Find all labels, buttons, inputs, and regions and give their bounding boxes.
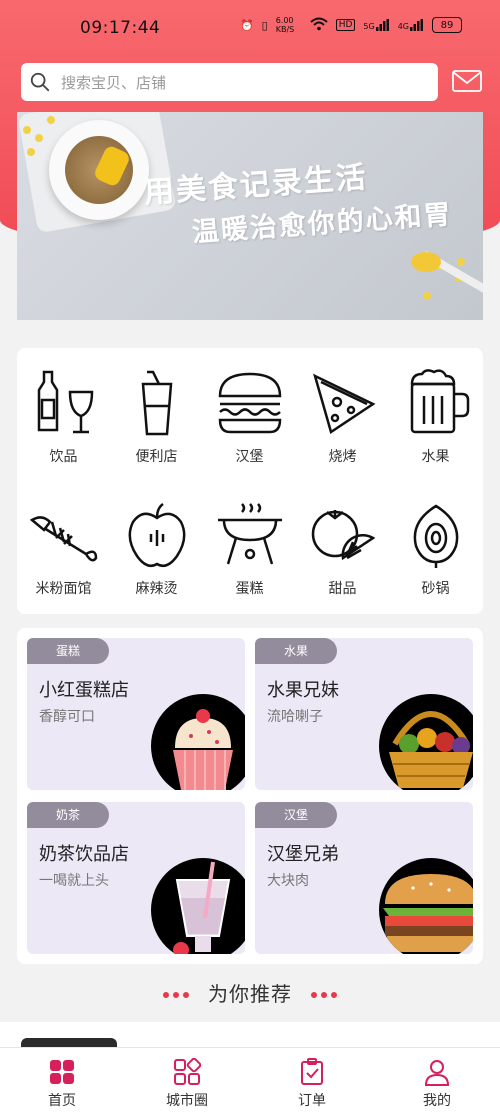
banner-slogan: 用美食记录生活 温暖治愈你的心和胃 — [142, 146, 454, 252]
fruit-basket-image — [379, 694, 473, 790]
search-placeholder: 搜索宝贝、店铺 — [61, 73, 167, 92]
shop-desc: 流哈喇子 — [267, 709, 323, 725]
convenience-store-icon — [141, 370, 172, 436]
shop-name: 水果兄妹 — [267, 680, 339, 701]
category-item[interactable]: 砂锅 — [389, 480, 482, 600]
status-icons: ⏰ ▯ 6.00 KB/S HD 5G 4G 89 — [240, 16, 462, 34]
category-item[interactable]: 饮品 — [17, 348, 110, 468]
vibrate-icon: ▯ — [261, 18, 268, 32]
tab-profile[interactable]: 我的 — [397, 1058, 477, 1110]
decor-dots-left — [161, 983, 191, 1002]
home-icon — [50, 1060, 74, 1084]
category-item[interactable]: 甜品 — [296, 480, 389, 600]
tab-city-circle[interactable]: 城市圈 — [147, 1057, 227, 1110]
recommend-header: 为你推荐 — [0, 978, 500, 1014]
profile-icon — [424, 1060, 450, 1086]
burger-icon — [218, 372, 281, 434]
fishbone-icon — [29, 516, 97, 562]
shop-card[interactable]: 蛋糕 小红蛋糕店 香醇可口 — [27, 638, 245, 790]
promo-banner[interactable]: 用美食记录生活 温暖治愈你的心和胃 — [17, 112, 483, 320]
pizza-icon — [312, 373, 376, 434]
shop-name: 汉堡兄弟 — [267, 844, 339, 865]
shop-tag: 水果 — [255, 638, 337, 664]
featured-shops: 蛋糕 小红蛋糕店 香醇可口 水果 水果兄妹 流哈喇子 奶茶 奶茶饮品店 一喝就上… — [17, 628, 483, 964]
search-icon — [30, 72, 50, 92]
apple-icon — [128, 502, 185, 567]
shop-name: 小红蛋糕店 — [39, 680, 129, 701]
tab-orders[interactable]: 订单 — [272, 1058, 352, 1110]
battery-icon: 89 — [432, 17, 462, 33]
tab-label: 首页 — [48, 1093, 76, 1109]
category-item[interactable]: 蛋糕 — [203, 480, 296, 600]
beer-mug-icon — [410, 369, 469, 434]
tomato-lemon-icon — [311, 510, 375, 561]
status-time: 09:17:44 — [80, 18, 161, 38]
category-item[interactable]: 便利店 — [110, 348, 203, 468]
drinks-icon — [37, 370, 93, 434]
category-item[interactable]: 米粉面馆 — [17, 480, 110, 600]
hd-badge: HD — [335, 19, 356, 31]
hamburger-image — [379, 858, 473, 954]
shop-card[interactable]: 水果 水果兄妹 流哈喇子 — [255, 638, 473, 790]
mail-icon[interactable] — [452, 70, 482, 92]
recommend-title: 为你推荐 — [208, 982, 292, 1006]
status-bar: 09:17:44 ⏰ ▯ 6.00 KB/S HD 5G 4G 89 — [0, 0, 500, 58]
shop-desc: 大块肉 — [267, 873, 309, 889]
spoon-head-image — [411, 252, 441, 272]
city-circle-icon — [174, 1057, 202, 1085]
net-speed: 6.00 KB/S — [275, 16, 295, 34]
category-item[interactable]: 烧烤 — [296, 348, 389, 468]
category-grid: 饮品 便利店 汉堡 烧烤 水果 米粉面馆 麻辣烫 蛋糕 甜品 砂锅 — [17, 348, 483, 614]
category-item[interactable]: 汉堡 — [203, 348, 296, 468]
wifi-icon — [310, 17, 328, 34]
alarm-icon: ⏰ — [239, 18, 254, 32]
signal-4g-icon: 4G — [398, 19, 424, 31]
bottom-tab-bar: 首页 城市圈 订单 我的 — [0, 1047, 500, 1117]
shop-tag: 汉堡 — [255, 802, 337, 828]
signal-5g-icon: 5G — [363, 19, 389, 31]
shop-card[interactable]: 奶茶 奶茶饮品店 一喝就上头 — [27, 802, 245, 954]
category-item[interactable]: 麻辣烫 — [110, 480, 203, 600]
tab-label: 我的 — [423, 1093, 451, 1109]
shop-tag: 奶茶 — [27, 802, 109, 828]
milk-tea-image — [151, 858, 245, 954]
onion-icon — [413, 504, 458, 568]
shop-desc: 香醇可口 — [39, 709, 95, 725]
shop-tag: 蛋糕 — [27, 638, 109, 664]
decor-dots-right — [309, 983, 339, 1002]
order-icon — [301, 1058, 323, 1085]
category-item[interactable]: 水果 — [389, 348, 482, 468]
grill-icon — [217, 503, 282, 565]
tab-label: 城市圈 — [166, 1093, 208, 1109]
tab-home[interactable]: 首页 — [22, 1058, 102, 1110]
shop-card[interactable]: 汉堡 汉堡兄弟 大块肉 — [255, 802, 473, 954]
shop-name: 奶茶饮品店 — [39, 844, 129, 865]
cupcake-image — [151, 694, 245, 790]
tab-label: 订单 — [298, 1093, 326, 1109]
shop-desc: 一喝就上头 — [39, 873, 109, 889]
search-input[interactable]: 搜索宝贝、店铺 — [21, 63, 438, 101]
